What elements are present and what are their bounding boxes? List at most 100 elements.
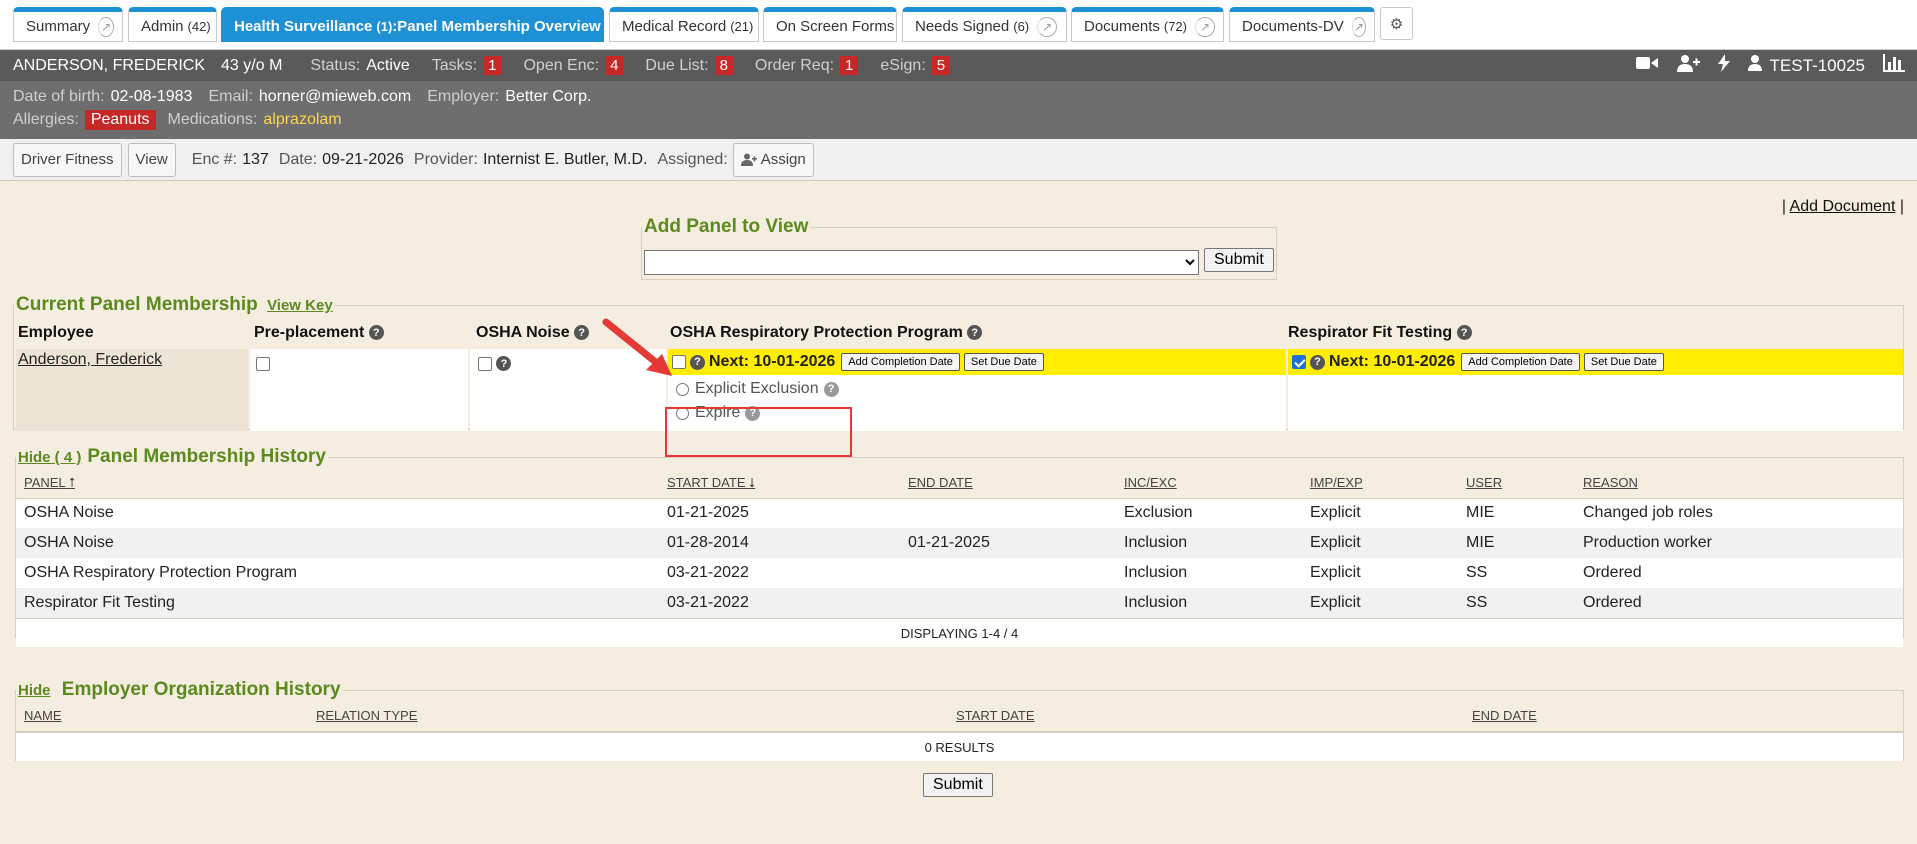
add-user-icon[interactable] bbox=[1676, 54, 1700, 77]
external-link-icon[interactable]: ↗ bbox=[1351, 16, 1366, 37]
tab-medical-record[interactable]: Medical Record (21) bbox=[609, 7, 759, 42]
esign-badge[interactable]: 5 bbox=[931, 56, 951, 75]
employee-link[interactable]: Anderson, Frederick bbox=[18, 351, 162, 368]
help-icon[interactable]: ? bbox=[496, 356, 512, 372]
current-panel-fieldset: Current Panel Membership View Key Employ… bbox=[13, 294, 1904, 431]
patient-details: Date of birth: 02-08-1983 Email: horner@… bbox=[0, 81, 1917, 139]
col-imp-exp[interactable]: IMP/EXP bbox=[1302, 468, 1458, 499]
bar-chart-icon[interactable] bbox=[1883, 54, 1905, 77]
table-row[interactable]: OSHA Respiratory Protection Program 03-2… bbox=[16, 558, 1903, 588]
help-icon[interactable]: ? bbox=[574, 325, 590, 341]
tab-needs-signed[interactable]: Needs Signed (6) ↗ bbox=[902, 7, 1067, 42]
employer-history-title: Employer Organization History bbox=[61, 679, 341, 700]
due-list-label: Due List: bbox=[645, 56, 709, 74]
set-due-date-button[interactable]: Set Due Date bbox=[963, 353, 1044, 371]
driver-fitness-button[interactable]: Driver Fitness bbox=[13, 142, 122, 177]
col-end-date[interactable]: END DATE bbox=[1464, 701, 1903, 732]
cell-user: MIE bbox=[1458, 528, 1575, 558]
provider-value: Internist E. Butler, M.D. bbox=[482, 150, 648, 168]
tab-count: (6) bbox=[1013, 19, 1030, 34]
help-icon[interactable]: ? bbox=[690, 354, 705, 370]
table-row[interactable]: OSHA Noise 01-28-2014 01-21-2025 Inclusi… bbox=[16, 528, 1903, 558]
tab-documents[interactable]: Documents (72) ↗ bbox=[1071, 7, 1224, 42]
tab-admin[interactable]: Admin (42) bbox=[128, 7, 217, 42]
help-icon[interactable]: ? bbox=[967, 325, 983, 341]
tab-label: Health Surveillance bbox=[234, 18, 373, 35]
hide-employer-history-link[interactable]: Hide bbox=[18, 682, 51, 699]
fit-testing-checkbox[interactable] bbox=[1292, 355, 1306, 369]
col-user[interactable]: USER bbox=[1458, 468, 1575, 499]
view-button[interactable]: View bbox=[127, 142, 176, 177]
patient-age-sex: 43 y/o M bbox=[221, 56, 283, 74]
add-completion-date-button[interactable]: Add Completion Date bbox=[1461, 353, 1580, 371]
current-panel-title: Current Panel Membership bbox=[16, 294, 258, 315]
due-list-badge[interactable]: 8 bbox=[714, 56, 733, 75]
col-relation-type[interactable]: RELATION TYPE bbox=[308, 701, 948, 732]
col-end-date[interactable]: END DATE bbox=[900, 468, 1116, 499]
view-key-link[interactable]: View Key bbox=[267, 297, 333, 314]
allergy-badge: Peanuts bbox=[84, 109, 156, 130]
employer-history-fieldset: Hide Employer Organization History NAME … bbox=[15, 679, 1904, 761]
cell-inc-exc: Inclusion bbox=[1116, 588, 1302, 618]
col-name[interactable]: NAME bbox=[16, 701, 308, 732]
assign-label: Assign bbox=[760, 151, 806, 168]
cell-panel: OSHA Noise bbox=[16, 498, 659, 528]
add-document-link[interactable]: Add Document bbox=[1790, 198, 1896, 215]
table-row[interactable]: Respirator Fit Testing 03-21-2022 Inclus… bbox=[16, 588, 1903, 618]
external-link-icon[interactable]: ↗ bbox=[98, 16, 114, 37]
header-osha-resp: OSHA Respiratory Protection Program ? bbox=[670, 324, 983, 342]
cell-end: 01-21-2025 bbox=[900, 528, 1116, 558]
employer-label: Employer: bbox=[427, 87, 500, 105]
employer-history-table: NAME RELATION TYPE START DATE END DATE bbox=[16, 701, 1903, 732]
fit-testing-next-bar: ? Next: 10-01-2026 Add Completion Date S… bbox=[1288, 349, 1903, 375]
tab-on-screen-forms[interactable]: On Screen Forms bbox=[763, 7, 897, 42]
lightning-icon[interactable] bbox=[1717, 54, 1730, 77]
help-icon[interactable]: ? bbox=[368, 325, 384, 341]
sort-up-icon: ⭡ bbox=[68, 474, 75, 490]
panel-history-footer: DISPLAYING 1-4 / 4 bbox=[16, 618, 1903, 647]
hide-panel-history-link[interactable]: Hide ( 4 ) bbox=[18, 449, 81, 466]
tab-health-surveillance[interactable]: Health Surveillance (1):Panel Membership… bbox=[221, 7, 604, 42]
add-panel-legend: Add Panel to View bbox=[644, 216, 809, 237]
add-completion-date-button[interactable]: Add Completion Date bbox=[841, 353, 960, 371]
submit-button[interactable]: Submit bbox=[923, 773, 993, 797]
status-value: Active bbox=[366, 56, 410, 74]
cell-imp-exp: Explicit bbox=[1302, 558, 1458, 588]
explicit-exclusion-option[interactable]: Explicit Exclusion ? bbox=[674, 377, 839, 401]
osha-noise-checkbox[interactable] bbox=[478, 356, 492, 371]
tasks-badge[interactable]: 1 bbox=[483, 56, 502, 75]
pre-placement-checkbox[interactable] bbox=[256, 356, 270, 371]
cell-start: 01-28-2014 bbox=[659, 528, 900, 558]
tab-summary[interactable]: Summary ↗ bbox=[13, 7, 123, 42]
patient-name[interactable]: ANDERSON, FREDERICK bbox=[13, 57, 205, 75]
col-inc-exc[interactable]: INC/EXC bbox=[1116, 468, 1302, 499]
col-start-date[interactable]: START DATE ⭣ bbox=[659, 468, 900, 499]
tab-count: (21) bbox=[730, 19, 754, 34]
panel-history-table: PANEL ⭡ START DATE ⭣ END DATE INC/EXC IM… bbox=[16, 468, 1903, 618]
account-id[interactable]: TEST-10025 bbox=[1770, 56, 1865, 76]
tab-documents-dv[interactable]: Documents-DV ↗ bbox=[1229, 7, 1375, 42]
cell-panel: OSHA Noise bbox=[16, 528, 659, 558]
open-enc-badge[interactable]: 4 bbox=[605, 56, 624, 75]
allergies-label: Allergies: bbox=[13, 110, 79, 128]
set-due-date-button[interactable]: Set Due Date bbox=[1583, 353, 1664, 371]
table-row[interactable]: OSHA Noise 01-21-2025 Exclusion Explicit… bbox=[16, 498, 1903, 528]
tab-suffix: :Panel Membership Overview bbox=[392, 18, 601, 35]
col-start-date[interactable]: START DATE bbox=[948, 701, 1464, 732]
help-icon[interactable]: ? bbox=[1310, 354, 1325, 370]
add-panel-select[interactable] bbox=[644, 250, 1199, 275]
add-panel-submit-button[interactable]: Submit bbox=[1204, 248, 1274, 272]
external-link-icon[interactable]: ↗ bbox=[1037, 16, 1058, 37]
external-link-icon[interactable]: ↗ bbox=[1195, 16, 1215, 37]
add-panel-fieldset: Add Panel to View Submit bbox=[641, 216, 1277, 280]
help-icon[interactable]: ? bbox=[1456, 325, 1472, 341]
settings-gear-icon[interactable]: ⚙ bbox=[1380, 7, 1413, 40]
assign-button[interactable]: Assign bbox=[732, 142, 814, 177]
order-req-badge[interactable]: 1 bbox=[840, 56, 859, 75]
col-panel[interactable]: PANEL ⭡ bbox=[16, 468, 659, 499]
video-camera-icon[interactable] bbox=[1635, 55, 1658, 76]
open-enc-label: Open Enc: bbox=[523, 56, 600, 74]
help-icon[interactable]: ? bbox=[823, 381, 839, 397]
col-reason[interactable]: REASON bbox=[1575, 468, 1903, 499]
header-employee: Employee bbox=[18, 324, 94, 341]
